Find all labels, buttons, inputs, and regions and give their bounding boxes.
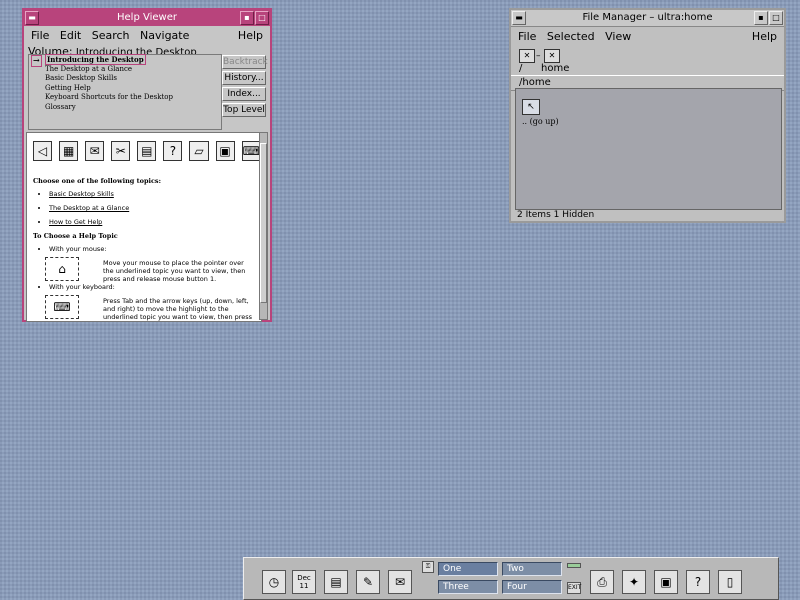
workspace-four-button[interactable]: Four [502, 580, 562, 594]
backtrack-button[interactable]: Backtrack [222, 55, 268, 69]
topic-item-getting-help[interactable]: Getting Help [29, 84, 221, 94]
help-viewer-titlebar[interactable]: ▬ Help Viewer ▪ □ [24, 10, 270, 26]
topic-item-introducing[interactable]: → Introducing the Desktop [29, 54, 221, 67]
minimize-icon[interactable]: ▪ [240, 11, 254, 25]
menu-selected[interactable]: Selected [547, 30, 595, 43]
menu-file[interactable]: File [518, 30, 536, 43]
speaker-icon: ◁ [33, 141, 53, 161]
topic-item-glossary[interactable]: Glossary [29, 103, 221, 113]
mouse-instruction-list: With your mouse: [27, 245, 261, 253]
link-item: The Desktop at a Glance [49, 204, 261, 212]
workspace-three-button[interactable]: Three [438, 580, 498, 594]
calendar-month: Dec [297, 574, 311, 582]
file-view-area[interactable]: ↖ .. (go up) [515, 88, 782, 210]
suitcase-icon: ▣ [215, 141, 235, 161]
help-manager-icon[interactable]: ? [686, 570, 710, 594]
home-folder-icon[interactable]: ✕ [544, 49, 560, 63]
style-manager-icon[interactable]: ✦ [622, 570, 646, 594]
mail-icon[interactable]: ✉ [388, 570, 412, 594]
calendar-day: 11 [299, 582, 309, 590]
help-content-area[interactable]: ◁ ▦ ✉ ✂ ▤ ? ▱ ▣ ⌨ Choose one of the foll… [26, 132, 262, 322]
workspace-two-button[interactable]: Two [502, 562, 562, 576]
calendar-icon: ▦ [59, 141, 79, 161]
with-keyboard-label: With your keyboard: [49, 283, 261, 291]
file-manager-titlebar[interactable]: ▬ File Manager – ultra:home ▪ □ [511, 10, 784, 27]
topic-item-basic-skills[interactable]: Basic Desktop Skills [29, 74, 221, 84]
tools-icon: ✂ [111, 141, 131, 161]
help-viewer-title: Help Viewer [117, 12, 177, 23]
help-scrollbar[interactable] [259, 132, 268, 320]
workspace-one-button[interactable]: One [438, 562, 498, 576]
file-manager-icon[interactable]: ▤ [324, 570, 348, 594]
menu-view[interactable]: View [605, 30, 631, 43]
calendar-button[interactable]: Dec 11 [292, 570, 316, 594]
clock-icon[interactable]: ◷ [262, 570, 286, 594]
file-manager-window: ▬ File Manager – ultra:home ▪ □ File Sel… [509, 8, 786, 223]
minimize-icon[interactable]: ▪ [754, 11, 768, 25]
keyboard-illustration-icon: ⌨ [45, 295, 79, 319]
index-button[interactable]: Index... [222, 87, 266, 101]
help-viewer-menubar: File Edit Search Navigate Help [24, 26, 270, 46]
text-editor-icon[interactable]: ✎ [356, 570, 380, 594]
keyboard-instruction-text: Press Tab and the arrow keys (up, down, … [103, 297, 253, 321]
go-up-label[interactable]: .. (go up) [522, 117, 559, 126]
choose-help-topic-heading: To Choose a Help Topic [33, 232, 118, 240]
menu-file[interactable]: File [31, 29, 49, 42]
choose-topics-heading: Choose one of the following topics: [33, 177, 161, 185]
maximize-icon[interactable]: □ [255, 11, 269, 25]
mailbox-icon: ✉ [85, 141, 105, 161]
help-book-icon: ? [163, 141, 183, 161]
menu-help[interactable]: Help [238, 26, 263, 46]
path-root-label: / [519, 63, 523, 74]
front-panel: ◷ Dec 11 ▤ ✎ ✉ ⚿ One Two Three Four EXIT… [243, 557, 779, 600]
history-button[interactable]: History... [222, 71, 266, 85]
topic-item-glance[interactable]: The Desktop at a Glance [29, 65, 221, 75]
menu-navigate[interactable]: Navigate [140, 29, 189, 42]
printer-icon[interactable]: ⎙ [590, 570, 614, 594]
application-manager-icon[interactable]: ▣ [654, 570, 678, 594]
root-folder-icon[interactable]: ✕ [519, 49, 535, 63]
link-basic-skills[interactable]: Basic Desktop Skills [49, 190, 114, 198]
iconic-path: ✕ – ✕ / home [511, 47, 784, 75]
keyboard-instruction-list: With your keyboard: [27, 283, 261, 291]
status-line: 2 Items 1 Hidden [517, 210, 595, 220]
topic-item-keyboard-shortcuts[interactable]: Keyboard Shortcuts for the Desktop [29, 93, 221, 103]
menu-search[interactable]: Search [92, 29, 130, 42]
busy-light-icon [567, 563, 581, 568]
file-manager-title: File Manager – ultra:home [582, 12, 713, 23]
current-topic-arrow-icon: → [31, 55, 42, 67]
help-illustration-row: ◁ ▦ ✉ ✂ ▤ ? ▱ ▣ ⌨ [27, 133, 261, 171]
link-get-help[interactable]: How to Get Help [49, 218, 102, 226]
menu-edit[interactable]: Edit [60, 29, 81, 42]
link-desktop-glance[interactable]: The Desktop at a Glance [49, 204, 129, 212]
letter-icon: ▱ [189, 141, 209, 161]
file-manager-menubar: File Selected View Help [511, 27, 784, 47]
help-scrollbar-thumb[interactable] [260, 143, 267, 303]
exit-button[interactable]: EXIT [567, 582, 581, 594]
go-up-folder-icon[interactable]: ↖ [522, 99, 540, 115]
topic-list[interactable]: → Introducing the Desktop The Desktop at… [28, 54, 222, 130]
lock-icon[interactable]: ⚿ [422, 561, 434, 573]
mouse-icon: ⌂ [45, 257, 79, 281]
topic-links: Basic Desktop Skills The Desktop at a Gl… [27, 190, 261, 226]
trash-icon[interactable]: ▯ [718, 570, 742, 594]
menu-help[interactable]: Help [752, 27, 777, 47]
path-separator: – [536, 51, 541, 61]
help-viewer-window: ▬ Help Viewer ▪ □ File Edit Search Navig… [22, 8, 272, 322]
keyboard-instruction: ⌨ Press Tab and the arrow keys (up, down… [27, 293, 261, 321]
path-home-label: home [541, 63, 570, 74]
mouse-instruction-text: Move your mouse to place the pointer ove… [103, 259, 246, 283]
top-level-button[interactable]: Top Level [222, 103, 266, 117]
with-mouse-label: With your mouse: [49, 245, 261, 253]
filmstrip-icon: ▤ [137, 141, 157, 161]
window-menu-icon[interactable]: ▬ [512, 11, 526, 25]
link-item: How to Get Help [49, 218, 261, 226]
maximize-icon[interactable]: □ [769, 11, 783, 25]
link-item: Basic Desktop Skills [49, 190, 261, 198]
mouse-instruction: ⌂ Move your mouse to place the pointer o… [27, 255, 261, 283]
window-menu-icon[interactable]: ▬ [25, 11, 39, 25]
